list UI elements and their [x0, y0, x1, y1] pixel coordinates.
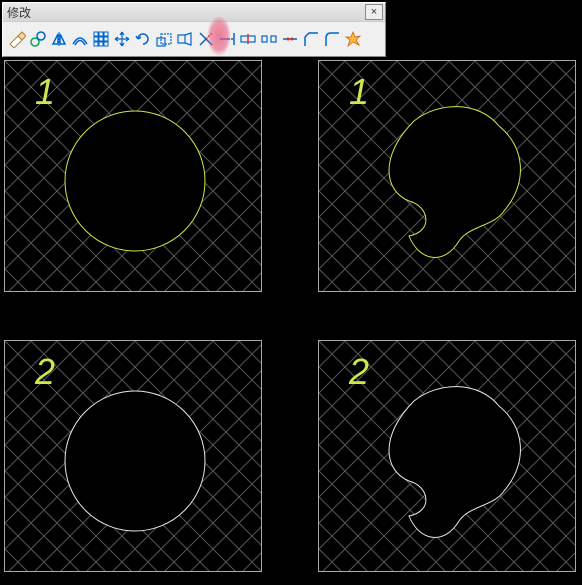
copy-button[interactable] [28, 27, 48, 51]
rotate-button[interactable] [133, 27, 153, 51]
break-point-button[interactable] [238, 27, 258, 51]
canvas-area: 1 1 [0, 56, 582, 585]
chamfer-icon [302, 30, 320, 48]
break-button[interactable] [259, 27, 279, 51]
toolbar-title: 修改 [7, 4, 31, 21]
array-icon [92, 30, 110, 48]
viewport-label: 2 [349, 351, 369, 393]
array-button[interactable] [91, 27, 111, 51]
trim-icon [197, 30, 215, 48]
modify-toolbar: 修改 × [2, 2, 386, 57]
viewport-label: 2 [35, 351, 55, 393]
copy-icon [29, 30, 47, 48]
viewport-1-right[interactable]: 1 [318, 60, 576, 292]
join-button[interactable] [280, 27, 300, 51]
erase-icon [8, 30, 26, 48]
scale-button[interactable] [154, 27, 174, 51]
viewport-label: 1 [349, 71, 369, 113]
chamfer-button[interactable] [301, 27, 321, 51]
move-button[interactable] [112, 27, 132, 51]
fillet-icon [323, 30, 341, 48]
mirror-icon [50, 30, 68, 48]
toolbar-buttons-row [3, 22, 385, 56]
break-point-icon [239, 30, 257, 48]
stretch-icon [176, 30, 194, 48]
offset-button[interactable] [70, 27, 90, 51]
scale-icon [155, 30, 173, 48]
extend-button[interactable] [217, 27, 237, 51]
extend-icon [218, 30, 236, 48]
close-icon: × [371, 7, 377, 18]
fillet-button[interactable] [322, 27, 342, 51]
erase-button[interactable] [7, 27, 27, 51]
move-icon [113, 30, 131, 48]
join-icon [281, 30, 299, 48]
break-icon [260, 30, 278, 48]
viewport-2-left[interactable]: 2 [4, 340, 262, 572]
explode-button[interactable] [343, 27, 363, 51]
mirror-button[interactable] [49, 27, 69, 51]
close-button[interactable]: × [365, 4, 383, 20]
trim-button[interactable] [196, 27, 216, 51]
toolbar-header[interactable]: 修改 × [3, 3, 385, 22]
offset-icon [71, 30, 89, 48]
stretch-button[interactable] [175, 27, 195, 51]
viewport-1-left[interactable]: 1 [4, 60, 262, 292]
explode-icon [344, 30, 362, 48]
viewport-2-right[interactable]: 2 [318, 340, 576, 572]
rotate-icon [134, 30, 152, 48]
viewport-label: 1 [35, 71, 55, 113]
